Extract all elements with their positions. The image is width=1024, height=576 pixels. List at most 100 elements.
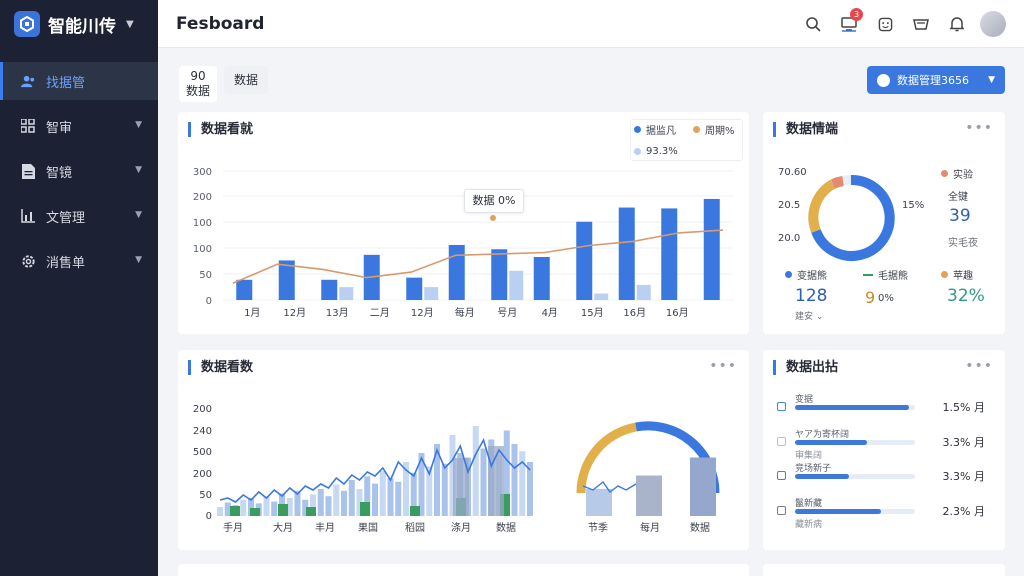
y-tick-label: 240	[193, 426, 212, 437]
bar[interactable]	[533, 257, 550, 300]
green-bar	[360, 502, 370, 516]
checkbox-icon[interactable]	[777, 506, 786, 515]
list-item-label: 变据	[795, 395, 814, 405]
line-marker[interactable]	[490, 215, 496, 221]
x-tick-label: 4月	[542, 307, 558, 319]
bell-icon[interactable]	[942, 10, 972, 38]
side-sub: 实毛夜	[948, 238, 978, 249]
x-tick-label: 果国	[358, 522, 378, 534]
checkbox-icon[interactable]	[777, 437, 786, 446]
gear-icon	[20, 253, 36, 269]
progress-fill	[795, 440, 867, 445]
bar-secondary[interactable]	[636, 284, 651, 300]
stat-sub-dropdown[interactable]: 建安 ⌄	[795, 309, 823, 322]
bar-secondary[interactable]	[339, 287, 354, 300]
list-item-label: 鬣新藏	[795, 499, 823, 509]
x-tick-label: 手月	[223, 521, 243, 534]
series-line	[232, 229, 724, 284]
x-tick-label: 12月	[411, 307, 434, 319]
y-tick-label: 50	[199, 270, 212, 281]
y-tick-label: 100	[193, 244, 212, 255]
chevron-down-icon: ▼	[135, 120, 142, 130]
data-management-button[interactable]: 数据管理3656 ▼	[867, 66, 1005, 94]
bar[interactable]	[321, 279, 338, 300]
tab-data[interactable]: 数据	[224, 66, 268, 94]
y-tick-label: 200	[193, 404, 212, 415]
y-tick-label: 500	[193, 447, 212, 458]
chevron-down-icon: ▼	[135, 210, 142, 220]
area-bar	[441, 463, 448, 516]
progress-track	[795, 509, 915, 514]
face-icon[interactable]	[870, 10, 900, 38]
bar[interactable]	[703, 198, 720, 300]
bar[interactable]	[236, 279, 253, 300]
card-title: 数据出拈	[773, 360, 838, 375]
sidebar-item-data-management[interactable]: 找据管	[0, 62, 158, 100]
summary-pill[interactable]: 90 数据	[179, 66, 217, 102]
stat-legend: 苹趣	[941, 267, 973, 282]
stat-value: 128	[795, 286, 828, 306]
search-icon[interactable]	[798, 10, 828, 38]
legend-label: 苹趣	[953, 271, 973, 282]
y-tick-label: 0	[206, 511, 212, 522]
y-tick-label: 200	[193, 469, 212, 480]
legend-label: 实验	[953, 170, 973, 181]
bar[interactable]	[406, 277, 423, 300]
top-icon-group: 3	[792, 8, 1006, 38]
sidebar-item-mirror[interactable]: 智镜 ▼	[0, 152, 158, 190]
page-title: Fesboard	[176, 14, 265, 34]
y-tick-label: 0	[206, 296, 212, 307]
bar[interactable]	[576, 221, 593, 300]
x-tick-label: 每月	[455, 306, 475, 319]
chevron-down-icon: ▼	[988, 75, 995, 85]
list-item[interactable]: 竞场新子 3.3% 月	[777, 461, 991, 491]
stat-value: 32%	[947, 286, 985, 306]
x-tick-label: 涤月	[451, 521, 471, 534]
list-item-value: 3.3% 月	[942, 470, 985, 483]
list-item[interactable]: 鬣新藏 2.3% 月藏新病	[777, 496, 991, 530]
sidebar-item-label: 找据管	[46, 75, 86, 91]
side-value: 39	[949, 206, 971, 226]
progress-track	[795, 405, 915, 410]
brand[interactable]: 智能川传 ▼	[0, 0, 158, 48]
bar[interactable]	[618, 207, 635, 300]
notification-badge: 3	[850, 8, 863, 21]
progress-fill	[795, 509, 882, 514]
monitor-icon[interactable]: 3	[834, 8, 864, 38]
bar[interactable]	[448, 244, 465, 300]
sidebar-item-sales-order[interactable]: 消售单 ▼	[0, 242, 158, 280]
area-bar	[271, 501, 278, 516]
ring-label: 70.60	[778, 167, 807, 178]
sidebar-item-doc-management[interactable]: 文管理 ▼	[0, 197, 158, 235]
grid-icon	[20, 118, 36, 134]
bar[interactable]	[661, 208, 678, 300]
list-item[interactable]: 变据 1.5% 月	[777, 392, 991, 422]
x-tick-label: 12月	[283, 307, 306, 319]
checkbox-icon[interactable]	[777, 471, 786, 480]
area-bar	[341, 490, 347, 516]
sidebar-item-review[interactable]: 智审 ▼	[0, 107, 158, 145]
green-bar	[278, 504, 288, 516]
bar-secondary[interactable]	[509, 270, 524, 300]
donut-segment-gold	[808, 179, 836, 233]
side-label: 全键	[948, 192, 968, 203]
data-overview-card: 数据看就 据监凡 周期% 93.3% 0 50 100 100 200 300 1月 12月 1…	[178, 112, 749, 334]
progress-track	[795, 474, 915, 479]
list-item-sub: 审集阔	[795, 451, 823, 461]
inbox-icon[interactable]	[906, 10, 936, 38]
avatar[interactable]	[980, 11, 1006, 37]
bar-secondary[interactable]	[594, 293, 609, 300]
x-tick-label: 数据	[690, 521, 710, 534]
checkbox-icon[interactable]	[777, 402, 786, 411]
bar[interactable]	[491, 249, 508, 300]
chevron-down-icon[interactable]: ▼	[126, 19, 134, 30]
list-item[interactable]: ヤア为寄杯阔 3.3% 月审集阔	[777, 427, 991, 461]
gauge-bar	[586, 489, 612, 516]
sidebar: 智能川传 ▼ 找据管 智审 ▼ 智镜 ▼ 文管理 ▼ 消售单 ▼	[0, 0, 158, 576]
progress-track	[795, 440, 915, 445]
ring-label: 20.0	[778, 233, 801, 244]
more-icon[interactable]: •••	[965, 358, 993, 374]
legend-label: 毛据熊	[878, 271, 908, 282]
bar-secondary[interactable]	[424, 287, 439, 300]
area-bar	[325, 496, 332, 516]
